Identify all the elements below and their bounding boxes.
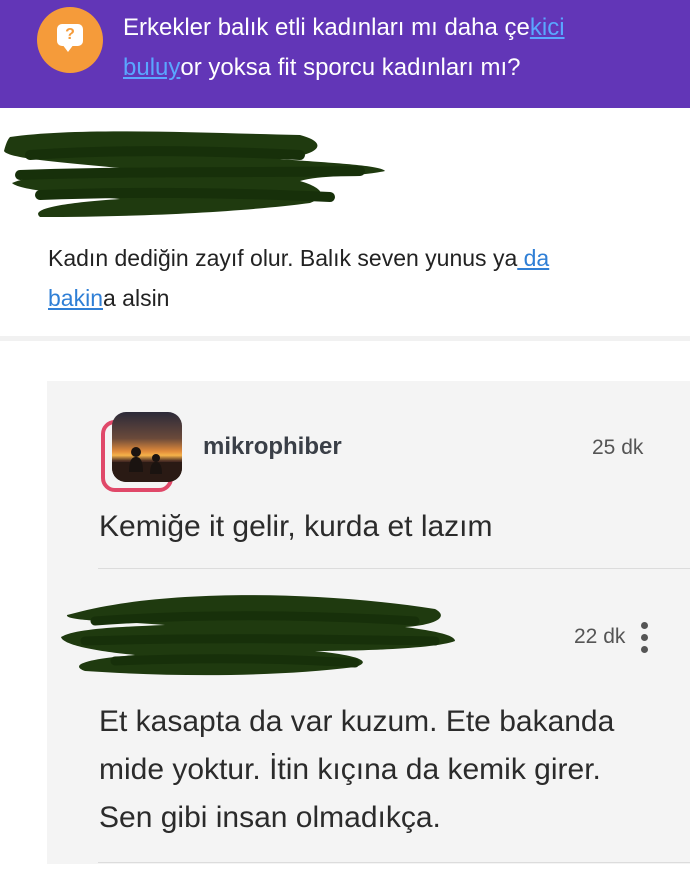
comment-divider [98, 568, 690, 569]
answer-text: Kadın dediğin zayıf olur. Balık seven yu… [48, 245, 550, 311]
answer-link-bakin[interactable]: bakin [48, 285, 103, 311]
question-title[interactable]: Erkekler balık etli kadınları mı daha çe… [123, 8, 663, 88]
sunset-silhouette-icon [112, 447, 182, 482]
comment-timestamp: 22 dk [574, 625, 626, 648]
more-options-icon[interactable] [640, 622, 650, 654]
comment-username[interactable]: mikrophiber [203, 433, 342, 461]
redaction-scribble-author [4, 131, 385, 217]
comment-text: Kemiğe it gelir, kurda et lazım [99, 510, 493, 543]
comment-text: Et kasapta da var kuzum. Ete bakanda mide… [99, 705, 615, 834]
question-header: ? Erkekler balık etli kadınları mı daha … [0, 0, 690, 108]
answer-link-da[interactable]: da [517, 245, 550, 271]
divider [0, 336, 690, 341]
question-bubble-icon: ? [37, 7, 103, 73]
avatar[interactable] [112, 412, 182, 482]
comment-divider [98, 862, 690, 863]
question-title-link-kici[interactable]: kici [530, 14, 565, 41]
redaction-scribble-commenter [61, 595, 455, 676]
comment-timestamp: 25 dk [592, 436, 644, 459]
question-title-link-buluy[interactable]: buluy [123, 54, 180, 81]
